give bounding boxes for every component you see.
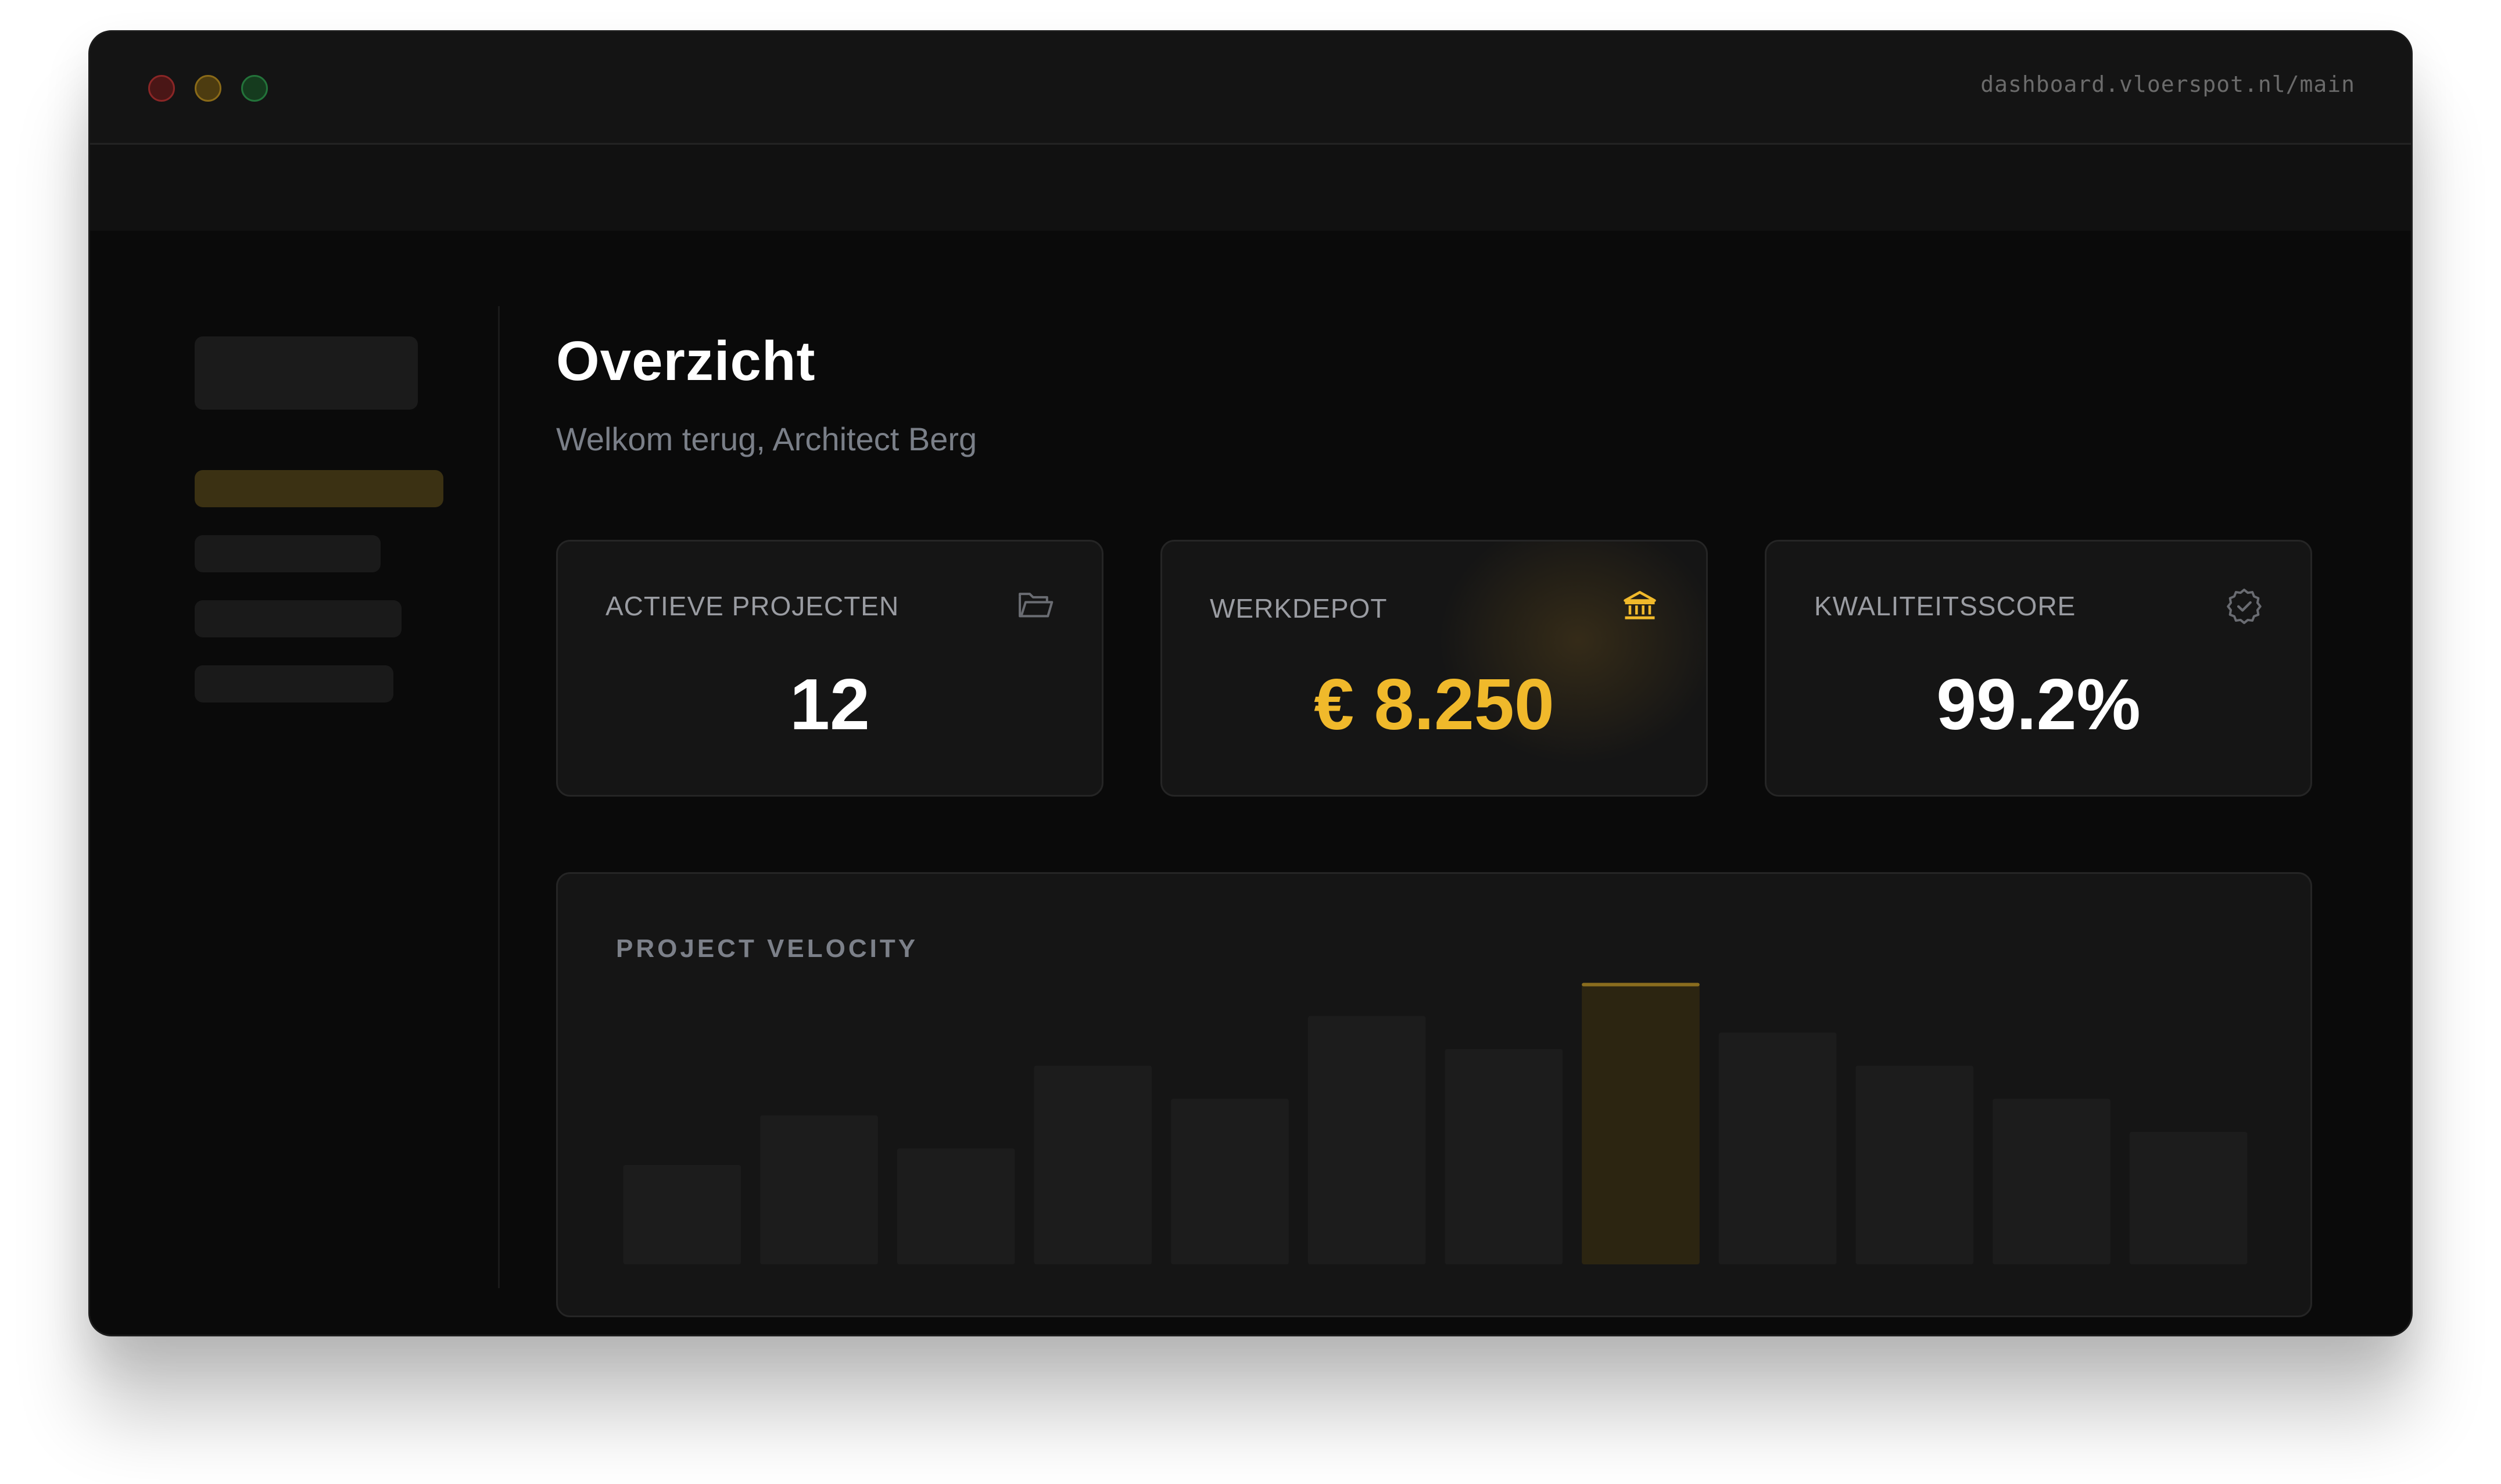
- minimize-window-button[interactable]: [195, 75, 221, 102]
- chart-bar[interactable]: [1993, 1099, 2111, 1264]
- chart-bar[interactable]: [897, 1148, 1015, 1265]
- chart-bar[interactable]: [1307, 1016, 1426, 1265]
- project-velocity-chart: PROJECT VELOCITY: [556, 872, 2312, 1317]
- velocity-bar-chart: [623, 983, 2248, 1265]
- stat-card-werkdepot[interactable]: WERKDEPOT € 8.250: [1160, 540, 1708, 797]
- sidebar: [90, 231, 500, 1335]
- sidebar-logo-placeholder: [195, 336, 418, 410]
- chart-bar[interactable]: [2129, 1132, 2248, 1264]
- sidebar-item[interactable]: [195, 535, 381, 572]
- browser-window: dashboard.vloerspot.nl/main Overzicht We…: [88, 30, 2413, 1336]
- page-subtitle: Welkom terug, Architect Berg: [556, 421, 977, 457]
- stat-card-value: 12: [790, 665, 870, 745]
- chart-bar[interactable]: [1718, 1033, 1837, 1264]
- address-url[interactable]: dashboard.vloerspot.nl/main: [1980, 71, 2355, 97]
- chart-bar[interactable]: [1171, 1099, 1289, 1264]
- stat-card-label: ACTIEVE PROJECTEN: [605, 591, 900, 621]
- chart-bar-highlight-cap: [1582, 983, 1700, 987]
- sidebar-item[interactable]: [195, 665, 393, 702]
- chart-bar[interactable]: [623, 1165, 741, 1264]
- chart-bar[interactable]: [1445, 1049, 1563, 1265]
- folder-icon: [1019, 593, 1054, 618]
- verified-badge-icon: [2227, 589, 2262, 625]
- sidebar-item[interactable]: [195, 600, 402, 637]
- chart-bar[interactable]: [760, 1115, 878, 1265]
- sidebar-divider: [498, 306, 500, 1288]
- close-window-button[interactable]: [148, 75, 175, 102]
- chart-bar-highlighted[interactable]: [1582, 983, 1700, 1265]
- page-title: Overzicht: [556, 330, 816, 392]
- stat-card-label: WERKDEPOT: [1210, 593, 1388, 623]
- top-toolbar: [90, 145, 2411, 231]
- chart-bar[interactable]: [1034, 1066, 1152, 1264]
- title-bar: dashboard.vloerspot.nl/main: [90, 32, 2411, 145]
- bank-icon: [1624, 591, 1656, 619]
- stat-card-active-projects[interactable]: ACTIEVE PROJECTEN 12: [556, 540, 1103, 797]
- stat-card-quality-score[interactable]: KWALITEITSSCORE 99.2%: [1765, 540, 2312, 797]
- stat-card-value: 99.2%: [1936, 665, 2141, 745]
- sidebar-item-active[interactable]: [195, 470, 443, 507]
- chart-bar[interactable]: [1855, 1066, 1974, 1264]
- maximize-window-button[interactable]: [241, 75, 268, 102]
- stat-card-label: KWALITEITSSCORE: [1814, 591, 2076, 621]
- stat-card-value: € 8.250: [1314, 665, 1554, 745]
